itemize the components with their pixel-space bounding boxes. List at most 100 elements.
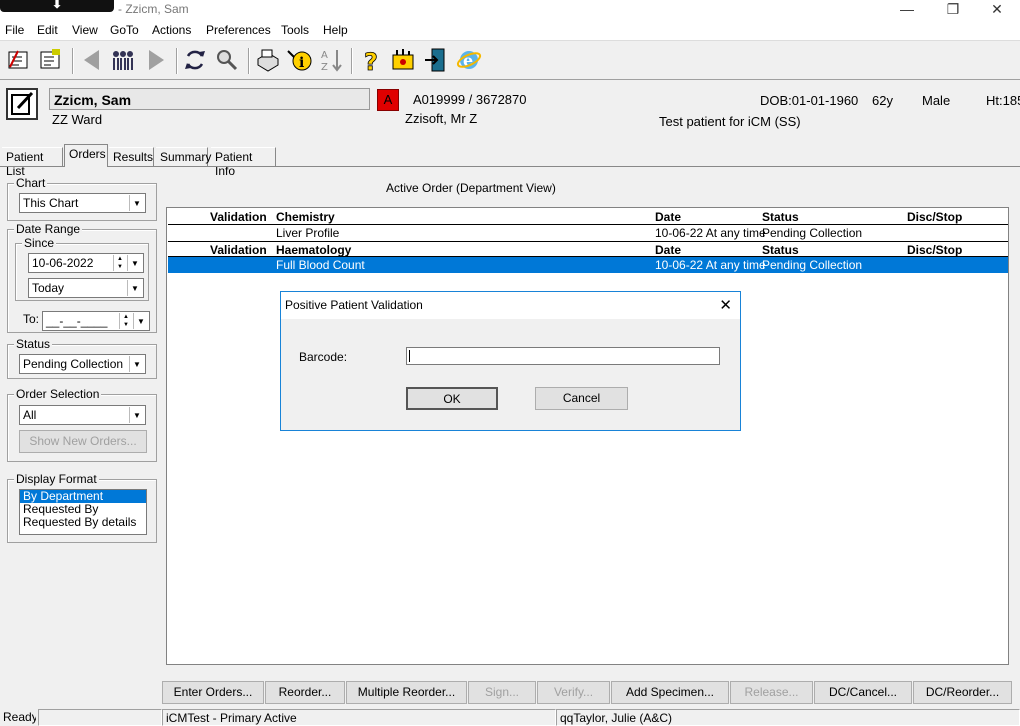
dialog-close-icon[interactable]: ✕ [719,296,732,314]
chevron-down-icon: ▼ [129,195,144,211]
sort-icon[interactable]: AZ [318,46,346,74]
table-row[interactable]: Liver Profile 10-06-22 At any time Pendi… [168,225,1008,241]
chevron-down-icon: ▼ [127,255,142,271]
order-status: Pending Collection [762,258,863,272]
validation-header: Validation [210,210,267,224]
display-format-list[interactable]: By Department Requested By Requested By … [19,489,147,535]
tab-patient-list[interactable]: Patient List [2,147,63,178]
order-name: Full Blood Count [276,258,365,272]
menu-tools[interactable]: Tools [281,23,309,37]
dc-reorder-button[interactable]: DC/Reorder... [913,681,1012,704]
orders-grid: Validation Chemistry Date Status Disc/St… [166,207,1009,665]
back-icon[interactable] [78,46,106,74]
order-selection-value: All [23,408,37,422]
barcode-input[interactable] [406,347,720,365]
status-user: qqTaylor, Julie (A&C) [556,709,1020,726]
app-logo: ⬇ [0,0,114,12]
orders-heading: Active Order (Department View) [386,181,556,195]
menu-file[interactable]: File [5,23,24,37]
tab-orders[interactable]: Orders [64,144,108,167]
refresh-icon[interactable] [181,46,209,74]
sign-button[interactable]: Sign... [468,681,536,704]
patient-height: Ht:185 [986,93,1020,108]
menu-goto[interactable]: GoTo [110,23,139,37]
since-preset-value: Today [32,281,65,295]
dialog-title: Positive Patient Validation [285,298,423,312]
group-header-row: Validation Haematology Date Status Disc/… [168,241,1008,257]
close-window-button[interactable]: ✕ [974,0,1020,20]
tab-summary[interactable]: Summary [156,147,211,166]
patient-dob: DOB:01-01-1960 [760,93,859,108]
settings-icon[interactable] [389,46,417,74]
date-spinner[interactable]: ▲ ▼ [113,255,126,271]
tab-patient-info[interactable]: Patient Info [211,147,276,178]
barcode-label: Barcode: [299,350,348,364]
tab-results[interactable]: Results [109,147,154,166]
department-header: Chemistry [276,210,335,224]
status-system: iCMTest - Primary Active [162,709,556,726]
show-new-orders-button[interactable]: Show New Orders... [19,430,147,453]
menu-actions[interactable]: Actions [152,23,191,37]
restore-button[interactable]: ❐ [930,0,976,20]
info-icon[interactable]: i [285,46,313,74]
date-header: Date [655,210,682,224]
alert-badge[interactable]: A [377,89,399,111]
patient-chart-icon[interactable] [37,46,65,74]
window-title: - Zzicm, Sam [118,2,189,16]
svg-text:i: i [299,55,304,71]
status-select[interactable]: Pending Collection ▼ [19,354,146,374]
svg-text:A: A [321,50,328,61]
search-icon[interactable] [213,46,241,74]
menu-bar: File Edit View GoTo Actions Preferences … [0,20,1020,41]
exit-icon[interactable] [422,46,450,74]
order-name: Liver Profile [276,226,340,240]
svg-text:Z: Z [321,62,328,73]
to-date-picker[interactable]: __-__-____ ▲ ▼ ▼ [42,311,150,331]
verify-button[interactable]: Verify... [537,681,610,704]
table-row[interactable]: Full Blood Count 10-06-22 At any time Pe… [168,257,1008,273]
patient-notes-icon[interactable] [6,88,38,120]
chevron-down-icon: ▼ [133,313,148,329]
dc-cancel-button[interactable]: DC/Cancel... [814,681,912,704]
menu-help[interactable]: Help [323,23,348,37]
release-button[interactable]: Release... [730,681,813,704]
cancel-button[interactable]: Cancel [535,387,628,410]
menu-view[interactable]: View [72,23,98,37]
chart-select[interactable]: This Chart ▼ [19,193,146,213]
menu-edit[interactable]: Edit [37,23,58,37]
reorder-button[interactable]: Reorder... [265,681,345,704]
print-icon[interactable] [253,46,281,74]
menu-preferences[interactable]: Preferences [206,23,271,37]
add-specimen-button[interactable]: Add Specimen... [611,681,729,704]
chevron-down-icon: ▼ [129,407,144,423]
patient-list-icon[interactable] [5,46,33,74]
order-selection-select[interactable]: All ▼ [19,405,146,425]
multiple-reorder-button[interactable]: Multiple Reorder... [346,681,467,704]
patients-icon[interactable] [109,46,137,74]
chart-label: Chart [14,176,48,190]
chevron-down-icon: ▼ [129,356,144,372]
browser-icon[interactable]: e [455,46,483,74]
chevron-down-icon: ▼ [127,280,142,296]
minimize-button[interactable]: — [884,0,930,20]
chart-select-value: This Chart [23,196,79,210]
display-format-label: Display Format [14,472,99,486]
since-date-picker[interactable]: 10-06-2022 ▲ ▼ ▼ [28,253,144,273]
to-date-value: __-__-____ [46,314,108,328]
status-empty [38,709,162,726]
status-label: Status [14,337,53,351]
patient-age: 62y [872,93,893,108]
order-date: 10-06-22 At any time [655,258,766,272]
date-spinner[interactable]: ▲ ▼ [119,313,132,329]
since-label: Since [22,236,57,250]
tab-bar: Patient List Orders Results Summary Pati… [0,143,1020,178]
forward-icon[interactable] [142,46,170,74]
display-format-option[interactable]: Requested By details [20,516,146,529]
since-preset-select[interactable]: Today ▼ [28,278,144,298]
status-select-value: Pending Collection [23,357,124,371]
department-header: Haematology [276,243,352,257]
ok-button[interactable]: OK [406,387,498,410]
help-icon[interactable]: ? [357,46,385,74]
order-date: 10-06-22 At any time [655,226,766,240]
enter-orders-button[interactable]: Enter Orders... [162,681,264,704]
